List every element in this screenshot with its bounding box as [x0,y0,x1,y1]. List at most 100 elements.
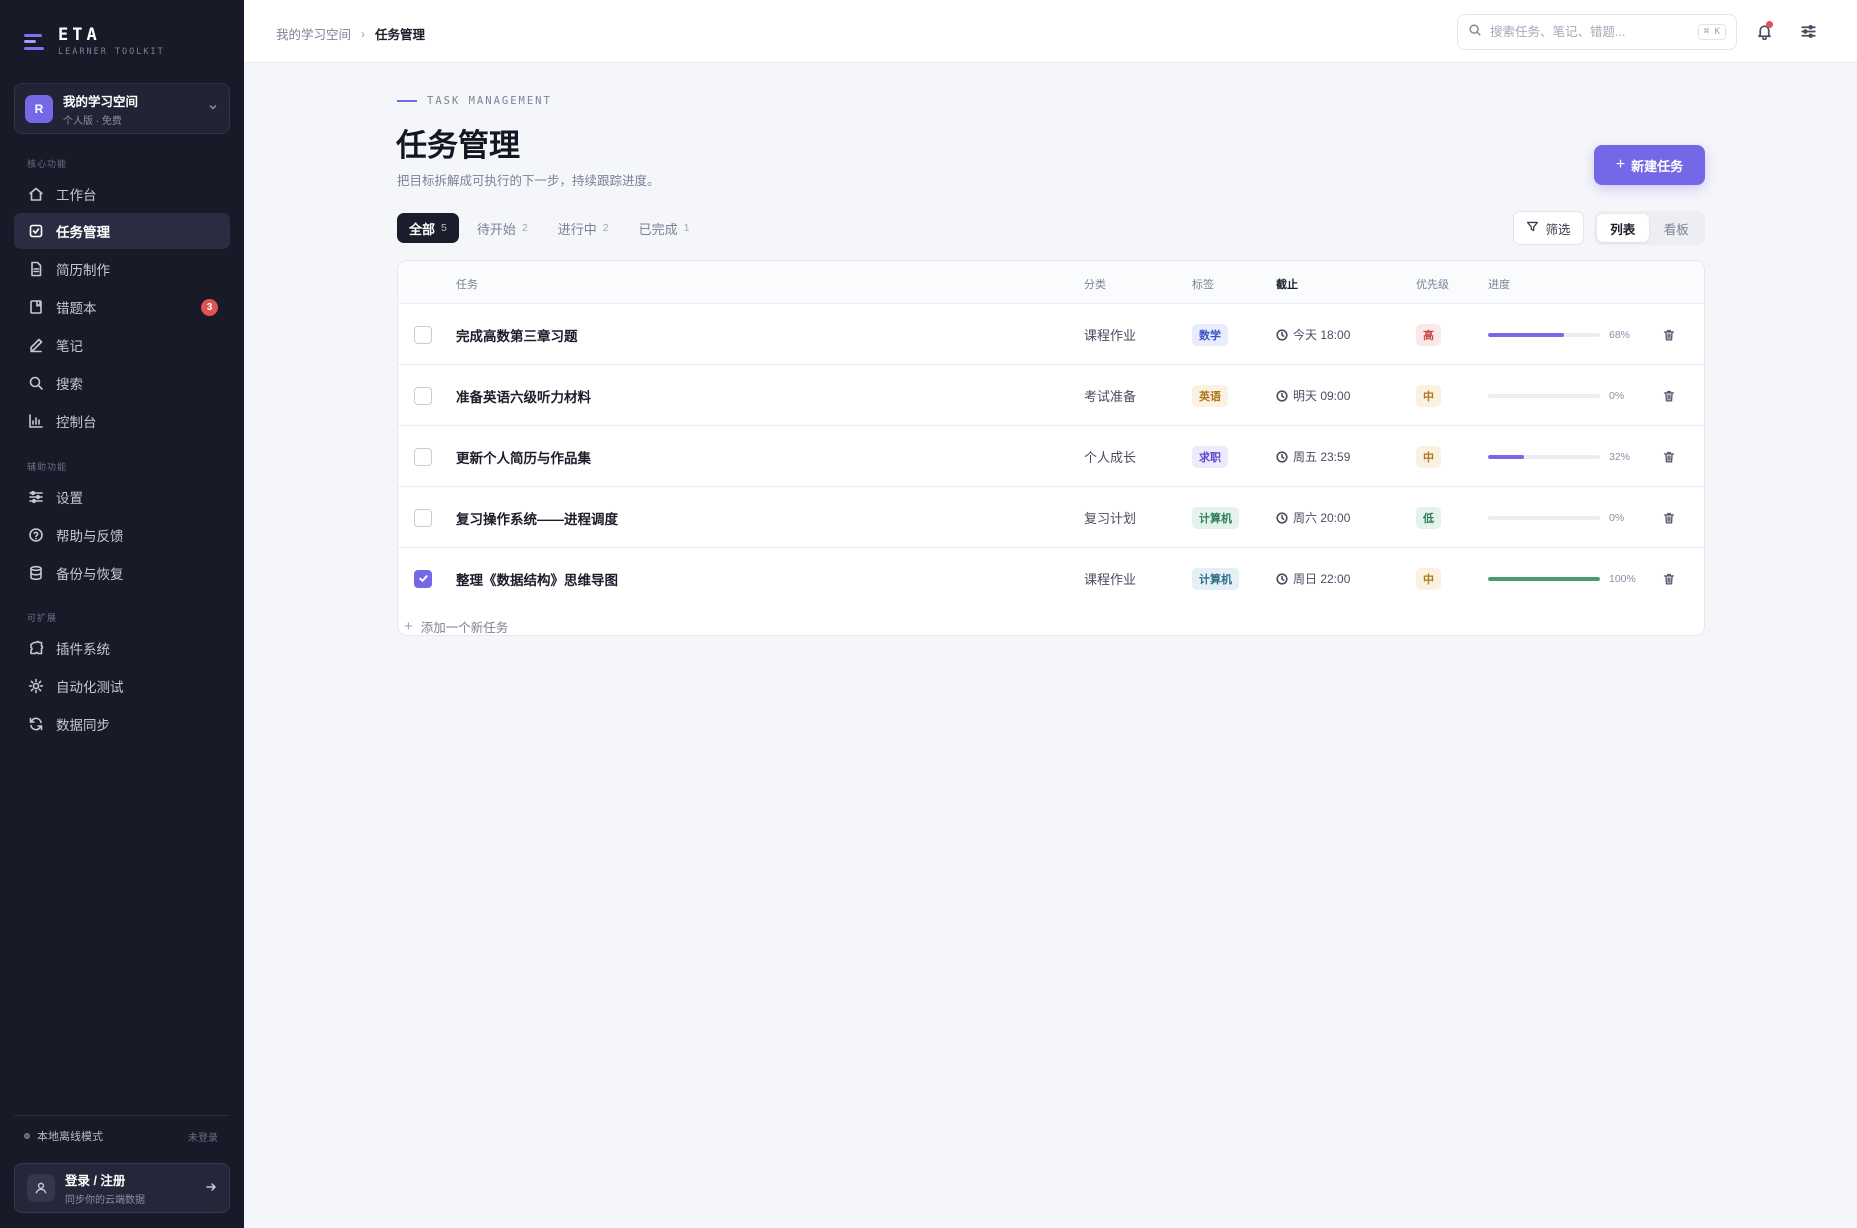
progress-fill [1488,576,1600,581]
section-label-auxiliary: 辅助功能 [27,462,68,472]
view-list-option[interactable]: 列表 [1597,214,1649,242]
task-title[interactable]: 整理《数据结构》思维导图 [456,569,618,589]
sidebar-item-automation[interactable]: 自动化测试 [14,668,230,704]
brand-subtitle: LEARNER TOOLKIT [58,47,165,57]
task-checkbox[interactable] [414,508,432,527]
new-task-button[interactable]: + 新建任务 [1594,145,1705,185]
sidebar-item-sync[interactable]: 数据同步 [14,706,230,742]
sidebar-item-mistakes[interactable]: 错题本 3 [14,289,230,325]
task-category: 课程作业 [1084,572,1137,587]
help-circle-icon [28,527,44,543]
table-row[interactable]: 更新个人简历与作品集 个人成长 求职 周五 23:59 中 32% [398,426,1704,487]
page-eyebrow: TASK MANAGEMENT [397,95,552,107]
sidebar-item-help[interactable]: 帮助与反馈 [14,517,230,553]
tab-count: 5 [441,222,447,234]
tab-label: 已完成 [638,221,678,237]
sidebar-divider [14,1115,230,1116]
sidebar-item-label: 控制台 [56,415,97,430]
progress-bar [1488,576,1600,581]
sidebar: ETA LEARNER TOOLKIT R 我的学习空间 个人版 · 免费 核心… [0,0,244,1228]
workspace-avatar: R [25,94,53,123]
mistakes-count-badge: 3 [201,298,218,316]
search-input[interactable] [1490,25,1698,39]
task-checkbox[interactable] [414,447,432,466]
priority-badge: 中 [1416,384,1441,407]
sidebar-item-backup[interactable]: 备份与恢复 [14,555,230,591]
status-dot-icon [24,1133,30,1139]
trash-icon[interactable] [1662,328,1676,342]
table-row[interactable]: 复习操作系统——进程调度 复习计划 计算机 周六 20:00 低 0% [398,487,1704,548]
progress-bar [1488,393,1600,398]
global-search[interactable]: ⌘ K [1457,14,1737,50]
notebook-icon [28,299,44,315]
sidebar-item-settings[interactable]: 设置 [14,479,230,515]
column-header-progress: 进度 [1488,279,1510,291]
tab-all[interactable]: 全部 5 [397,213,459,243]
trash-icon[interactable] [1662,511,1676,525]
table-row[interactable]: 完成高数第三章习题 课程作业 数学 今天 18:00 高 68% [398,304,1704,365]
task-tag: 英语 [1192,384,1228,407]
trash-icon[interactable] [1662,389,1676,403]
trash-icon[interactable] [1662,450,1676,464]
pen-icon [28,337,44,353]
progress-cell: 0% [1488,365,1624,426]
breadcrumb-root-link[interactable]: 我的学习空间 [276,24,351,43]
sidebar-item-workbench[interactable]: 工作台 [14,176,230,212]
priority-badge: 中 [1416,567,1441,590]
task-checkbox[interactable] [414,325,432,344]
brand-mark-icon [24,32,46,52]
sidebar-item-label: 数据同步 [56,718,110,733]
task-category: 个人成长 [1084,450,1137,465]
view-board-option[interactable]: 看板 [1651,214,1703,242]
brand-logo[interactable]: ETA LEARNER TOOLKIT [24,26,165,57]
chevron-right-icon: › [361,26,366,41]
task-title[interactable]: 更新个人简历与作品集 [456,447,591,467]
checkbox-cell [414,426,432,487]
progress-bar [1488,515,1600,520]
gear-bug-icon [28,678,44,694]
sidebar-item-label: 简历制作 [56,263,110,278]
sidebar-item-resume[interactable]: 简历制作 [14,251,230,287]
tab-label: 进行中 [557,221,597,237]
table-row[interactable]: 整理《数据结构》思维导图 课程作业 计算机 周日 22:00 中 100% [398,548,1704,609]
task-title[interactable]: 准备英语六级听力材料 [456,386,591,406]
column-header-priority: 优先级 [1416,279,1449,291]
sidebar-item-search[interactable]: 搜索 [14,365,230,401]
sidebar-item-plugins[interactable]: 插件系统 [14,630,230,666]
column-header-due[interactable]: 截止 [1276,276,1298,292]
eyebrow-text: TASK MANAGEMENT [427,95,552,107]
progress-percent: 68% [1609,328,1631,341]
sidebar-item-console[interactable]: 控制台 [14,403,230,439]
table-header: 任务 分类 标签 截止 优先级 进度 [398,261,1704,304]
clock-icon [1276,389,1288,402]
add-task-row[interactable]: + 添加一个新任务 [404,617,508,635]
login-subtitle: 同步你的云端数据 [65,1195,145,1206]
trash-icon[interactable] [1662,572,1676,586]
tab-count: 2 [521,222,528,234]
task-checkbox[interactable] [414,569,432,588]
tab-completed[interactable]: 已完成 1 [627,213,702,243]
table-row[interactable]: 准备英语六级听力材料 考试准备 英语 明天 09:00 中 0% [398,365,1704,426]
checkbox-cell [414,304,432,365]
filter-button[interactable]: 筛选 [1513,211,1584,245]
preferences-sliders-icon[interactable] [1797,20,1819,42]
task-title[interactable]: 复习操作系统——进程调度 [456,508,618,528]
task-checkbox[interactable] [414,386,432,405]
task-due: 明天 09:00 [1276,387,1350,404]
task-title[interactable]: 完成高数第三章习题 [456,325,578,345]
sidebar-item-notes[interactable]: 笔记 [14,327,230,363]
tab-label: 全部 [409,221,436,237]
tab-not-started[interactable]: 待开始 2 [465,213,540,243]
workspace-switcher[interactable]: R 我的学习空间 个人版 · 免费 [14,83,230,134]
notification-bell-icon[interactable] [1753,20,1775,42]
task-tag: 计算机 [1192,567,1239,590]
login-register-button[interactable]: 登录 / 注册 同步你的云端数据 [14,1163,230,1213]
tab-in-progress[interactable]: 进行中 2 [546,213,621,243]
task-check-icon [28,223,44,239]
progress-bar [1488,454,1600,459]
task-category: 课程作业 [1084,328,1137,343]
login-state: 未登录 [188,1133,218,1144]
plus-icon: + [404,618,413,635]
sidebar-item-tasks[interactable]: 任务管理 [14,213,230,249]
sidebar-item-label: 插件系统 [56,642,110,657]
